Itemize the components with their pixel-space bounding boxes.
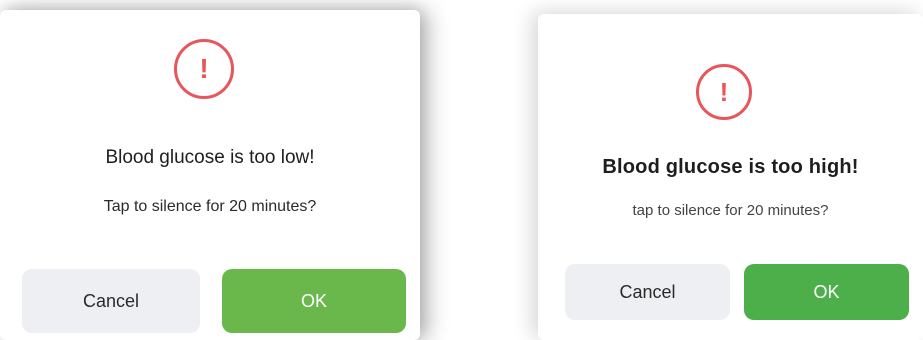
exclamation-alert-icon: ! <box>174 39 234 99</box>
dialog-message: tap to silence for 20 minutes? <box>632 202 829 219</box>
exclamation-alert-icon: ! <box>696 64 752 120</box>
cancel-button[interactable]: Cancel <box>565 264 730 320</box>
cancel-button[interactable]: Cancel <box>22 269 200 333</box>
ok-button[interactable]: OK <box>744 264 909 320</box>
screenshot-stage: ! Blood glucose is too low! Tap to silen… <box>0 0 923 340</box>
dialog-title: Blood glucose is too high! <box>602 156 859 178</box>
dialog-title: Blood glucose is too low! <box>105 147 315 168</box>
low-glucose-dialog: ! Blood glucose is too low! Tap to silen… <box>0 10 420 340</box>
ok-button[interactable]: OK <box>222 269 406 333</box>
high-glucose-dialog: ! Blood glucose is too high! tap to sile… <box>538 14 923 340</box>
dialog-message: Tap to silence for 20 minutes? <box>103 198 317 215</box>
